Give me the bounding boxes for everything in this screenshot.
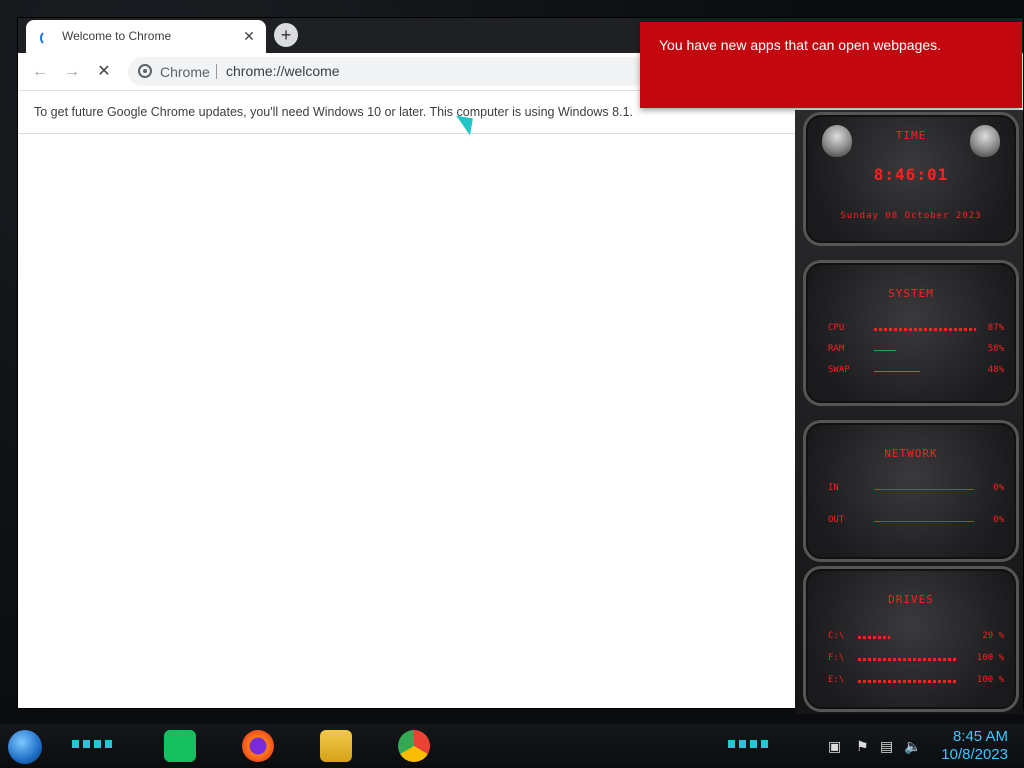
swap-row: SWAP 48% (828, 365, 1004, 379)
network-out-label: OUT (828, 515, 845, 525)
cpu-row: CPU 87% (828, 323, 1004, 337)
system-monitor-gadget: TIME 8:46:01 Sunday 08 October 2023 SYST… (795, 110, 1023, 714)
site-chip: Chrome (160, 64, 210, 80)
network-out-row: OUT 0% (828, 515, 1004, 529)
network-panel: NETWORK IN 0% OUT 0% (803, 420, 1019, 562)
network-panel-title: NETWORK (884, 447, 938, 460)
new-tab-button[interactable]: + (274, 23, 298, 47)
stop-loading-button[interactable]: ✕ (92, 60, 116, 84)
drive-c-bar (858, 636, 890, 639)
taskbar-clock[interactable]: 8:45 AM 10/8/2023 (941, 728, 1008, 764)
notification-toast[interactable]: You have new apps that can open webpages… (640, 22, 1022, 108)
drive-e-value: 100 % (976, 675, 1004, 685)
cpu-value: 87% (987, 323, 1004, 333)
clock-time: 8:45 AM (952, 728, 1008, 745)
drive-e-label: E:\ (828, 675, 845, 685)
flag-icon[interactable]: ⚑ (856, 738, 869, 755)
swap-bar (874, 371, 920, 372)
tab-title: Welcome to Chrome (62, 29, 172, 43)
drive-f-label: F:\ (828, 653, 845, 663)
ram-label: RAM (828, 344, 845, 354)
drive-f-bar (858, 658, 958, 661)
clock-date: 10/8/2023 (941, 746, 1008, 763)
network-out-value: 0% (993, 515, 1004, 525)
gadget-time: 8:46:01 (873, 165, 949, 184)
drive-c-row: C:\ 29 % (828, 631, 1004, 645)
system-panel: SYSTEM CPU 87% RAM 58% SWAP 48% (803, 260, 1019, 406)
swap-label: SWAP (828, 365, 850, 375)
network-in-row: IN 0% (828, 483, 1004, 497)
cpu-label: CPU (828, 323, 845, 333)
back-button[interactable]: ← (28, 60, 52, 84)
drive-e-bar (858, 680, 958, 683)
chrome-icon[interactable] (398, 730, 430, 762)
cpu-bar (874, 328, 976, 331)
firefox-icon[interactable] (242, 730, 274, 762)
network-icon[interactable]: ▤ (880, 738, 893, 755)
chrome-site-icon (138, 64, 152, 78)
swap-value: 48% (987, 365, 1004, 375)
taskbar-decoration (728, 740, 768, 748)
drive-e-row: E:\ 100 % (828, 675, 1004, 689)
taskbar-decoration (72, 740, 112, 748)
notes-app-icon[interactable] (164, 730, 196, 762)
ram-bar (874, 350, 896, 351)
omnibox-separator (216, 64, 217, 79)
address-bar[interactable]: Chrome chrome://welcome (128, 57, 648, 86)
start-orb-icon[interactable] (8, 730, 42, 764)
infobar-message: To get future Google Chrome updates, you… (34, 105, 633, 119)
network-in-graph (874, 489, 974, 490)
forward-button[interactable]: → (60, 60, 84, 84)
time-panel-title: TIME (895, 129, 927, 142)
tab-close-icon[interactable]: ✕ (240, 27, 258, 45)
drives-panel-title: DRIVES (888, 593, 934, 606)
drive-f-row: F:\ 100 % (828, 653, 1004, 667)
network-in-label: IN (828, 483, 839, 493)
system-panel-title: SYSTEM (888, 287, 934, 300)
time-panel: TIME 8:46:01 Sunday 08 October 2023 (803, 112, 1019, 246)
loading-spinner-icon (40, 30, 56, 46)
url-text[interactable]: chrome://welcome (226, 63, 340, 79)
drive-c-label: C:\ (828, 631, 845, 641)
ram-row: RAM 58% (828, 344, 1004, 358)
network-out-graph (874, 521, 974, 522)
drive-f-value: 100 % (976, 653, 1004, 663)
drive-c-value: 29 % (982, 631, 1004, 641)
network-in-value: 0% (993, 483, 1004, 493)
tray-app-icon[interactable]: ▣ (828, 738, 841, 755)
notification-text: You have new apps that can open webpages… (659, 37, 942, 53)
ram-value: 58% (987, 344, 1004, 354)
gadget-date: Sunday 08 October 2023 (840, 211, 982, 221)
file-explorer-icon[interactable] (320, 730, 352, 762)
taskbar: ▣ ⚑ ▤ 🔈 8:45 AM 10/8/2023 (0, 724, 1024, 768)
drives-panel: DRIVES C:\ 29 % F:\ 100 % E:\ 100 % (803, 566, 1019, 712)
volume-icon[interactable]: 🔈 (904, 738, 921, 755)
tab-welcome[interactable]: Welcome to Chrome ✕ (26, 20, 266, 53)
